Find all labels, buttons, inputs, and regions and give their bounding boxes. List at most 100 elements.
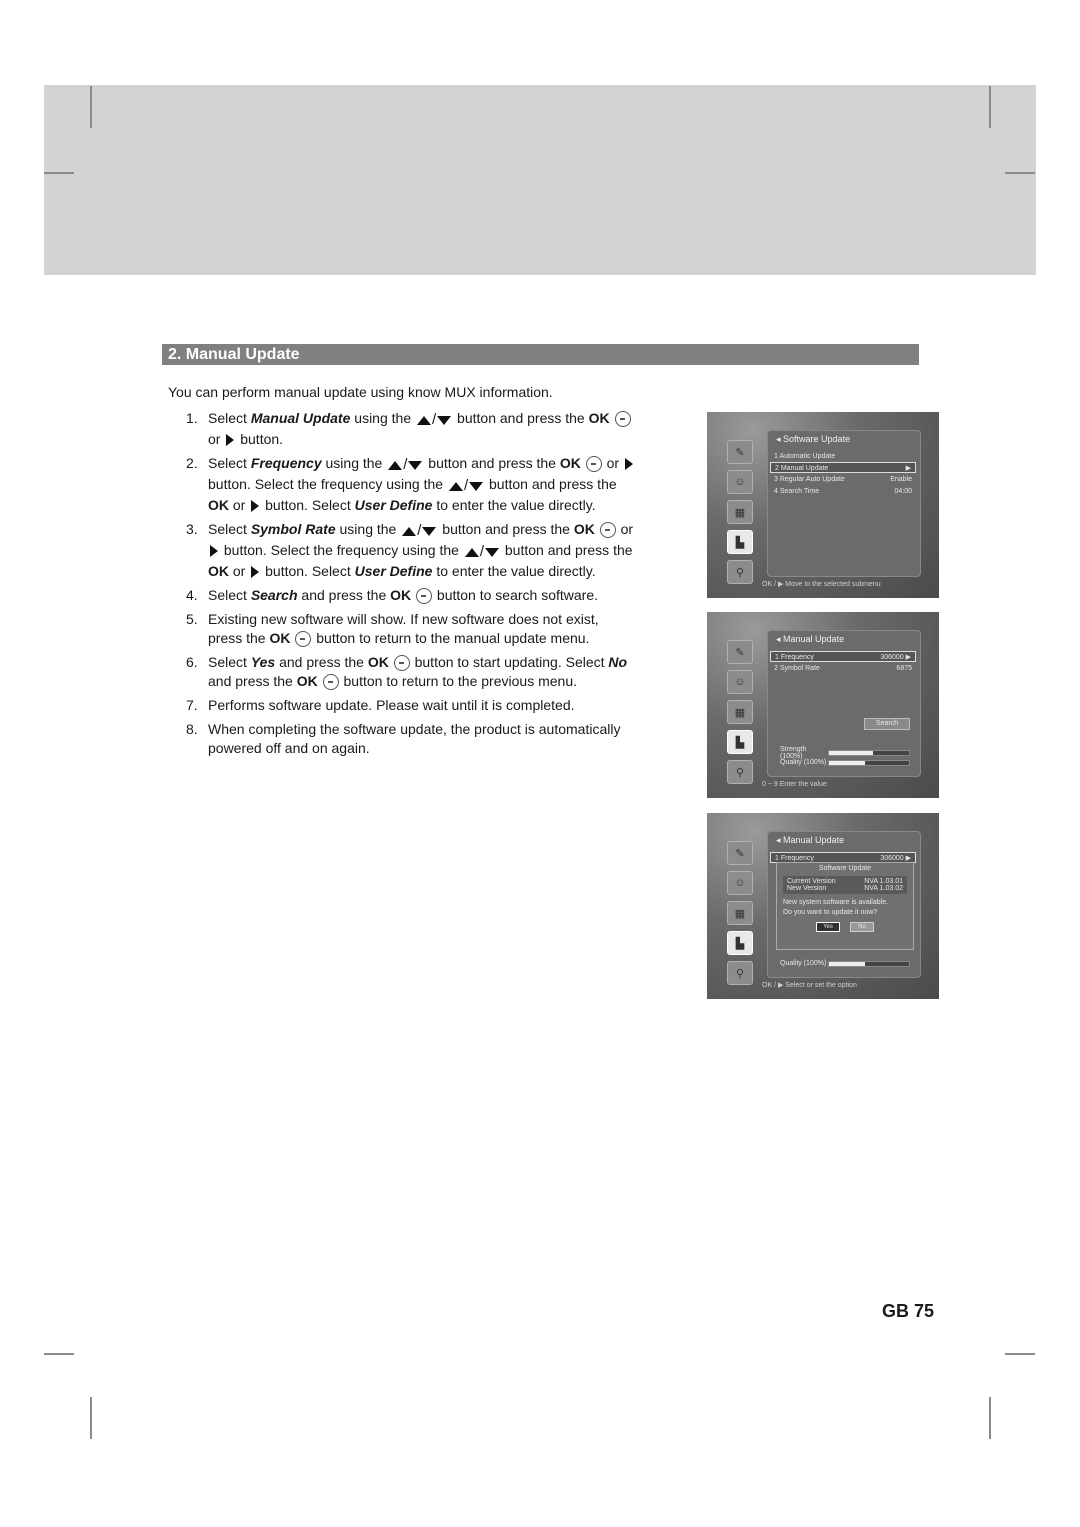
up-down-arrow-icon: / [448, 476, 484, 496]
menu-icon-column: ✎ ☺ ▦ ▙ ⚲ [727, 440, 753, 590]
up-down-arrow-icon: / [417, 410, 452, 430]
menu-row-selected: 2 Manual Update ▶ [770, 462, 916, 473]
settings-icon: ✎ [727, 440, 753, 464]
settings-icon: ✎ [727, 841, 753, 865]
step-item: 6. Select Yes and press the OK button to … [186, 653, 636, 691]
crop-mark [44, 172, 74, 174]
step-text: Select Manual Update using the / button … [208, 409, 636, 449]
step-number: 4. [186, 587, 198, 603]
step-number: 1. [186, 410, 198, 426]
screenshot-update-dialog: ✎ ☺ ▦ ▙ ⚲ ◂ Manual Update 1 Frequency 306… [707, 813, 939, 999]
crop-mark [1005, 1353, 1035, 1355]
panel-title: ◂ Manual Update [776, 634, 845, 644]
ok-button-icon [416, 588, 433, 604]
settings-icon: ✎ [727, 640, 753, 664]
step-text: Select Search and press the OK button to… [208, 587, 599, 604]
step-text: When completing the software update, the… [208, 721, 621, 756]
menu-row: 1 Automatic Update [774, 453, 836, 460]
step-text: Select Symbol Rate using the / button an… [208, 521, 634, 579]
crop-mark [989, 86, 991, 128]
version-box: Current Version NVA 1.03.01 New Version NV… [783, 876, 907, 894]
update-icon: ▙ [727, 530, 753, 554]
step-item: 8. When completing the software update, t… [186, 720, 636, 758]
users-icon: ☺ [727, 670, 753, 694]
header-band [44, 85, 1036, 275]
panel-title: ◂ Software Update [776, 434, 851, 444]
step-text: Existing new software will show. If new … [208, 611, 599, 647]
section-title: 2. Manual Update [162, 344, 919, 365]
software-update-dialog: Software Update Current Version NVA 1.03.… [776, 862, 914, 950]
step-item: 5. Existing new software will show. If ne… [186, 610, 636, 648]
channels-icon: ▦ [727, 500, 753, 524]
right-arrow-icon [210, 545, 218, 557]
ok-button-icon [599, 522, 616, 538]
ok-button-icon [585, 456, 602, 472]
no-button: No [850, 922, 874, 932]
menu-panel: ◂ Manual Update 1 Frequency 306000 ▶ 2 Sy… [767, 630, 921, 777]
update-icon: ▙ [727, 730, 753, 754]
step-number: 8. [186, 721, 198, 737]
right-arrow-icon [624, 458, 633, 470]
menu-row: 2 Symbol Rate 6875 [774, 665, 912, 672]
ok-button-icon [295, 631, 312, 647]
up-down-arrow-icon: / [402, 521, 437, 541]
menu-row-selected: 1 Frequency 306000 ▶ [770, 651, 916, 662]
users-icon: ☺ [727, 871, 753, 895]
quality-meter: Quality (100%) [780, 758, 910, 767]
update-icon: ▙ [727, 931, 753, 955]
screenshot-software-update: ✎ ☺ ▦ ▙ ⚲ ◂ Software Update 1 Automatic … [707, 412, 939, 598]
search-icon: ⚲ [727, 760, 753, 784]
menu-icon-column: ✎ ☺ ▦ ▙ ⚲ [727, 640, 753, 790]
search-button: Search [864, 718, 910, 730]
crop-mark [90, 1397, 92, 1439]
step-item: 3. Select Symbol Rate using the / button … [186, 520, 636, 581]
quality-meter: Quality (100%) [780, 959, 910, 968]
channels-icon: ▦ [727, 700, 753, 724]
panel-title: ◂ Manual Update [776, 835, 845, 845]
step-item: 4. Select Search and press the OK button … [186, 586, 636, 605]
menu-panel: ◂ Manual Update 1 Frequency 306000 ▶ Soft… [767, 831, 921, 978]
up-down-arrow-icon: / [388, 455, 423, 475]
step-item: 2. Select Frequency using the / button an… [186, 454, 636, 515]
menu-icon-column: ✎ ☺ ▦ ▙ ⚲ [727, 841, 753, 991]
crop-mark [989, 1397, 991, 1439]
right-arrow-icon [251, 500, 260, 512]
up-down-arrow-icon: / [464, 542, 499, 562]
users-icon: ☺ [727, 470, 753, 494]
dialog-message: New system software is available. Do you… [783, 899, 889, 916]
steps-list: 1. Select Manual Update using the / butto… [186, 409, 636, 763]
step-number: 2. [186, 455, 198, 471]
screen-footer: 0 ~ 9 Enter the value [762, 781, 827, 788]
dialog-title: Software Update [818, 865, 872, 872]
strength-meter: Strength (100%) [780, 746, 910, 760]
step-number: 7. [186, 697, 198, 713]
yes-button: Yes [816, 922, 840, 932]
step-number: 3. [186, 521, 198, 537]
screen-footer: OK / ▶ Select or set the option [762, 982, 857, 989]
screenshot-manual-update: ✎ ☺ ▦ ▙ ⚲ ◂ Manual Update 1 Frequency 306… [707, 612, 939, 798]
right-arrow-icon [226, 434, 235, 446]
ok-button-icon [322, 674, 339, 690]
menu-panel: ◂ Software Update 1 Automatic Update 2 M… [767, 430, 921, 577]
page-number: GB 75 [882, 1301, 935, 1321]
screen-footer: OK / ▶ Move to the selected submenu [762, 581, 881, 588]
crop-mark [44, 1353, 74, 1355]
crop-mark [1005, 172, 1035, 174]
step-number: 6. [186, 654, 198, 670]
ok-button-icon [614, 411, 631, 427]
right-arrow-icon [251, 566, 260, 578]
menu-row: 4 Search Time 04:00 [774, 488, 912, 495]
crop-mark [90, 86, 92, 128]
menu-row: 3 Regular Auto Update Enable [774, 476, 912, 483]
intro-text: You can perform manual update using know… [168, 384, 553, 400]
step-text: Select Yes and press the OK button to st… [208, 654, 628, 690]
step-number: 5. [186, 611, 198, 627]
search-icon: ⚲ [727, 961, 753, 985]
search-icon: ⚲ [727, 560, 753, 584]
channels-icon: ▦ [727, 901, 753, 925]
step-item: 1. Select Manual Update using the / butto… [186, 409, 636, 449]
step-text: Performs software update. Please wait un… [208, 697, 575, 713]
step-item: 7. Performs software update. Please wait … [186, 696, 636, 715]
step-text: Select Frequency using the / button and … [208, 454, 636, 515]
ok-button-icon [393, 655, 410, 671]
